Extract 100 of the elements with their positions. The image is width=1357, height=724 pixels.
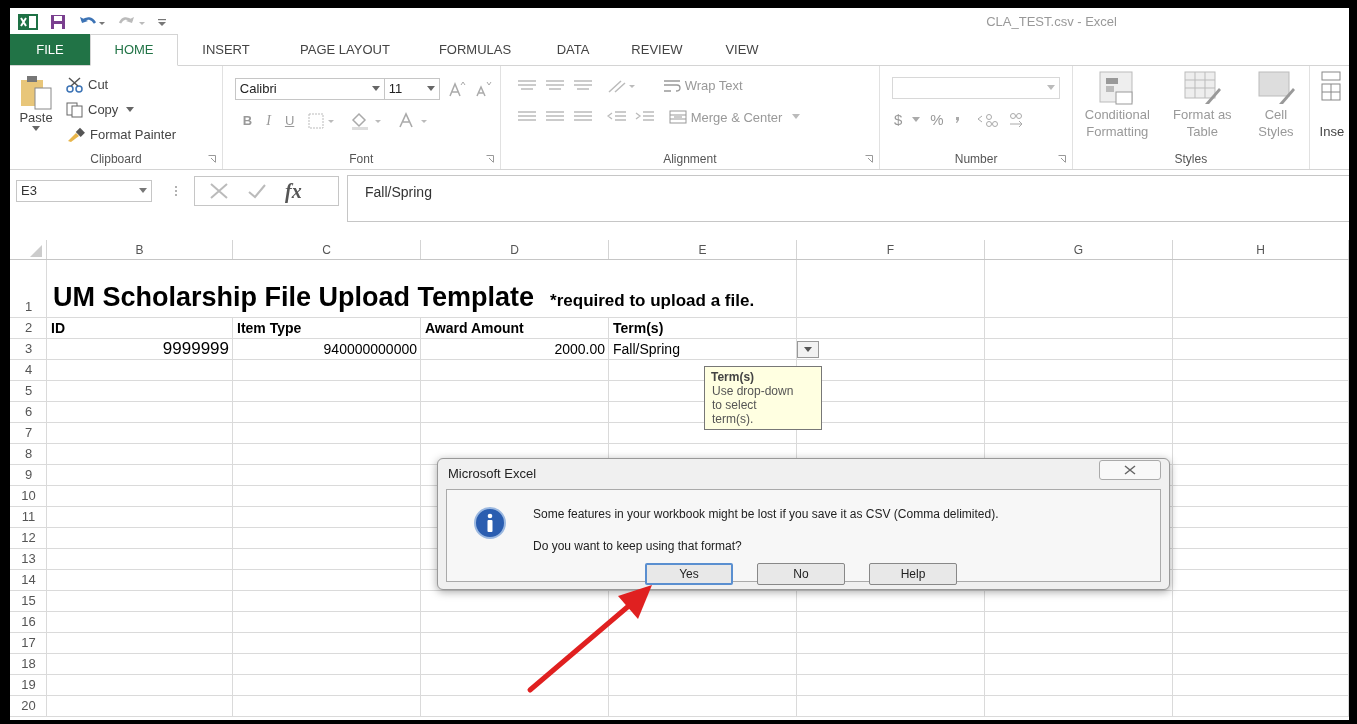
row-number[interactable]: 1: [24, 296, 33, 316]
column-header[interactable]: G: [985, 240, 1173, 259]
row-number[interactable]: 3: [24, 338, 33, 358]
dialog-launcher-icon[interactable]: [1058, 155, 1067, 163]
column-header[interactable]: B: [47, 240, 233, 259]
tooltip-title: Term(s): [711, 370, 756, 384]
row-number[interactable]: 12: [21, 527, 36, 547]
align-top-icon[interactable]: [516, 78, 537, 93]
row-number[interactable]: 10: [21, 485, 36, 505]
insert-button[interactable]: Inse: [1309, 66, 1349, 142]
increase-font-icon[interactable]: [447, 81, 466, 97]
dialog-launcher-icon[interactable]: [485, 155, 494, 163]
row-number[interactable]: 15: [21, 590, 36, 610]
row-number[interactable]: 5: [24, 380, 33, 400]
table-cell-text: 2000.00: [553, 339, 606, 359]
dialog-launcher-icon[interactable]: [207, 155, 216, 163]
ribbon-tab[interactable]: FORMULAS: [416, 34, 534, 65]
close-button[interactable]: [1099, 460, 1161, 480]
paintbrush-icon: [66, 127, 86, 143]
group-label: Number: [954, 151, 998, 168]
row-number[interactable]: 16: [21, 611, 36, 631]
merge-cells-icon: [668, 110, 687, 125]
excel-logo-icon[interactable]: [18, 12, 38, 31]
cut-button[interactable]: Cut: [66, 74, 176, 96]
formula-input[interactable]: Fall/Spring: [347, 175, 1349, 222]
column-header[interactable]: F: [797, 240, 985, 259]
copy-button[interactable]: Copy: [66, 99, 176, 121]
paste-button[interactable]: Paste: [12, 74, 60, 146]
caret-icon: [1047, 85, 1056, 91]
dialog-launcher-icon[interactable]: [865, 155, 873, 163]
name-box[interactable]: E3: [16, 180, 152, 202]
row-number[interactable]: 20: [21, 695, 36, 715]
ribbon-tab[interactable]: FILE: [10, 34, 90, 65]
insert-cells-icon: [1319, 70, 1342, 102]
decrease-font-icon[interactable]: [473, 81, 492, 97]
row-number[interactable]: 11: [21, 506, 36, 526]
dropdown-button[interactable]: [797, 340, 819, 358]
font-name-field[interactable]: Calibri: [234, 78, 385, 100]
select-all-icon[interactable]: [30, 245, 42, 257]
ribbon-tab[interactable]: PAGE LAYOUT: [274, 34, 416, 65]
row-number[interactable]: 2: [24, 317, 33, 337]
caret-icon: [371, 86, 380, 92]
ribbon-tab[interactable]: HOME: [90, 34, 178, 66]
number-format-field[interactable]: [892, 77, 1061, 99]
column-header[interactable]: D: [421, 240, 609, 259]
font-size-field[interactable]: 11: [383, 78, 440, 100]
grip-icon: [174, 185, 178, 197]
ribbon-tab[interactable]: DATA: [534, 34, 612, 65]
cancel-icon[interactable]: [209, 182, 229, 200]
column-header[interactable]: C: [233, 240, 421, 259]
caret-icon: [126, 107, 135, 113]
row-number[interactable]: 18: [21, 653, 36, 673]
caret-icon: [32, 126, 40, 132]
row-number[interactable]: 8: [24, 443, 33, 463]
caret-icon: [804, 346, 812, 352]
table-cell-text: Item Type: [236, 318, 303, 338]
borders-icon[interactable]: [308, 112, 337, 129]
table-cell-text: ID: [50, 318, 66, 338]
row-number[interactable]: 14: [21, 569, 36, 589]
table-cell-text: 9999999: [161, 339, 230, 359]
clipboard-icon: [19, 74, 53, 110]
orientation-icon[interactable]: [606, 77, 637, 94]
enter-checkmark-icon[interactable]: [247, 182, 267, 200]
row-number[interactable]: 6: [24, 401, 33, 421]
row-number[interactable]: 19: [21, 674, 36, 694]
ribbon-tab[interactable]: REVIEW: [612, 34, 702, 65]
table-cell-text: Term(s): [612, 318, 665, 338]
column-header[interactable]: E: [609, 240, 797, 259]
comma-style-icon[interactable]: [953, 116, 960, 125]
align-bottom-icon[interactable]: [572, 78, 593, 93]
scissors-icon: [66, 77, 84, 93]
caret-icon[interactable]: [912, 117, 921, 124]
row-number[interactable]: 17: [21, 632, 36, 652]
save-icon[interactable]: [50, 13, 66, 30]
caret-icon: [139, 188, 147, 194]
ribbon-tab[interactable]: INSERT: [178, 34, 274, 65]
info-icon: [474, 507, 506, 539]
wrap-text-icon: [662, 78, 681, 93]
insert-function-button[interactable]: fx: [285, 176, 302, 206]
dialog-question: Do you want to keep using that format?: [533, 538, 743, 555]
ribbon-tab[interactable]: VIEW: [702, 34, 782, 65]
align-middle-icon[interactable]: [544, 78, 565, 93]
dialog-button[interactable]: Help: [869, 563, 957, 585]
table-cell-text: Fall/Spring: [612, 339, 681, 359]
increase-decimal-icon[interactable]: [975, 112, 998, 129]
group-label: Clipboard: [90, 151, 142, 168]
row-number[interactable]: 4: [24, 359, 33, 379]
caret-icon: [792, 114, 801, 121]
dialog-button[interactable]: Yes: [645, 563, 733, 585]
group-label: Font: [349, 151, 374, 168]
close-icon: [1124, 465, 1136, 475]
row-number[interactable]: 7: [24, 422, 33, 442]
row-number[interactable]: 9: [24, 464, 33, 484]
format-painter-button[interactable]: Format Painter: [66, 124, 176, 146]
caret-icon: [426, 86, 435, 92]
row-number[interactable]: 13: [21, 548, 36, 568]
tooltip-text: Use drop-down to select term(s).: [711, 384, 795, 426]
customize-toolbar-icon[interactable]: [158, 16, 166, 27]
dialog-button[interactable]: No: [757, 563, 845, 585]
column-header[interactable]: H: [1173, 240, 1349, 259]
